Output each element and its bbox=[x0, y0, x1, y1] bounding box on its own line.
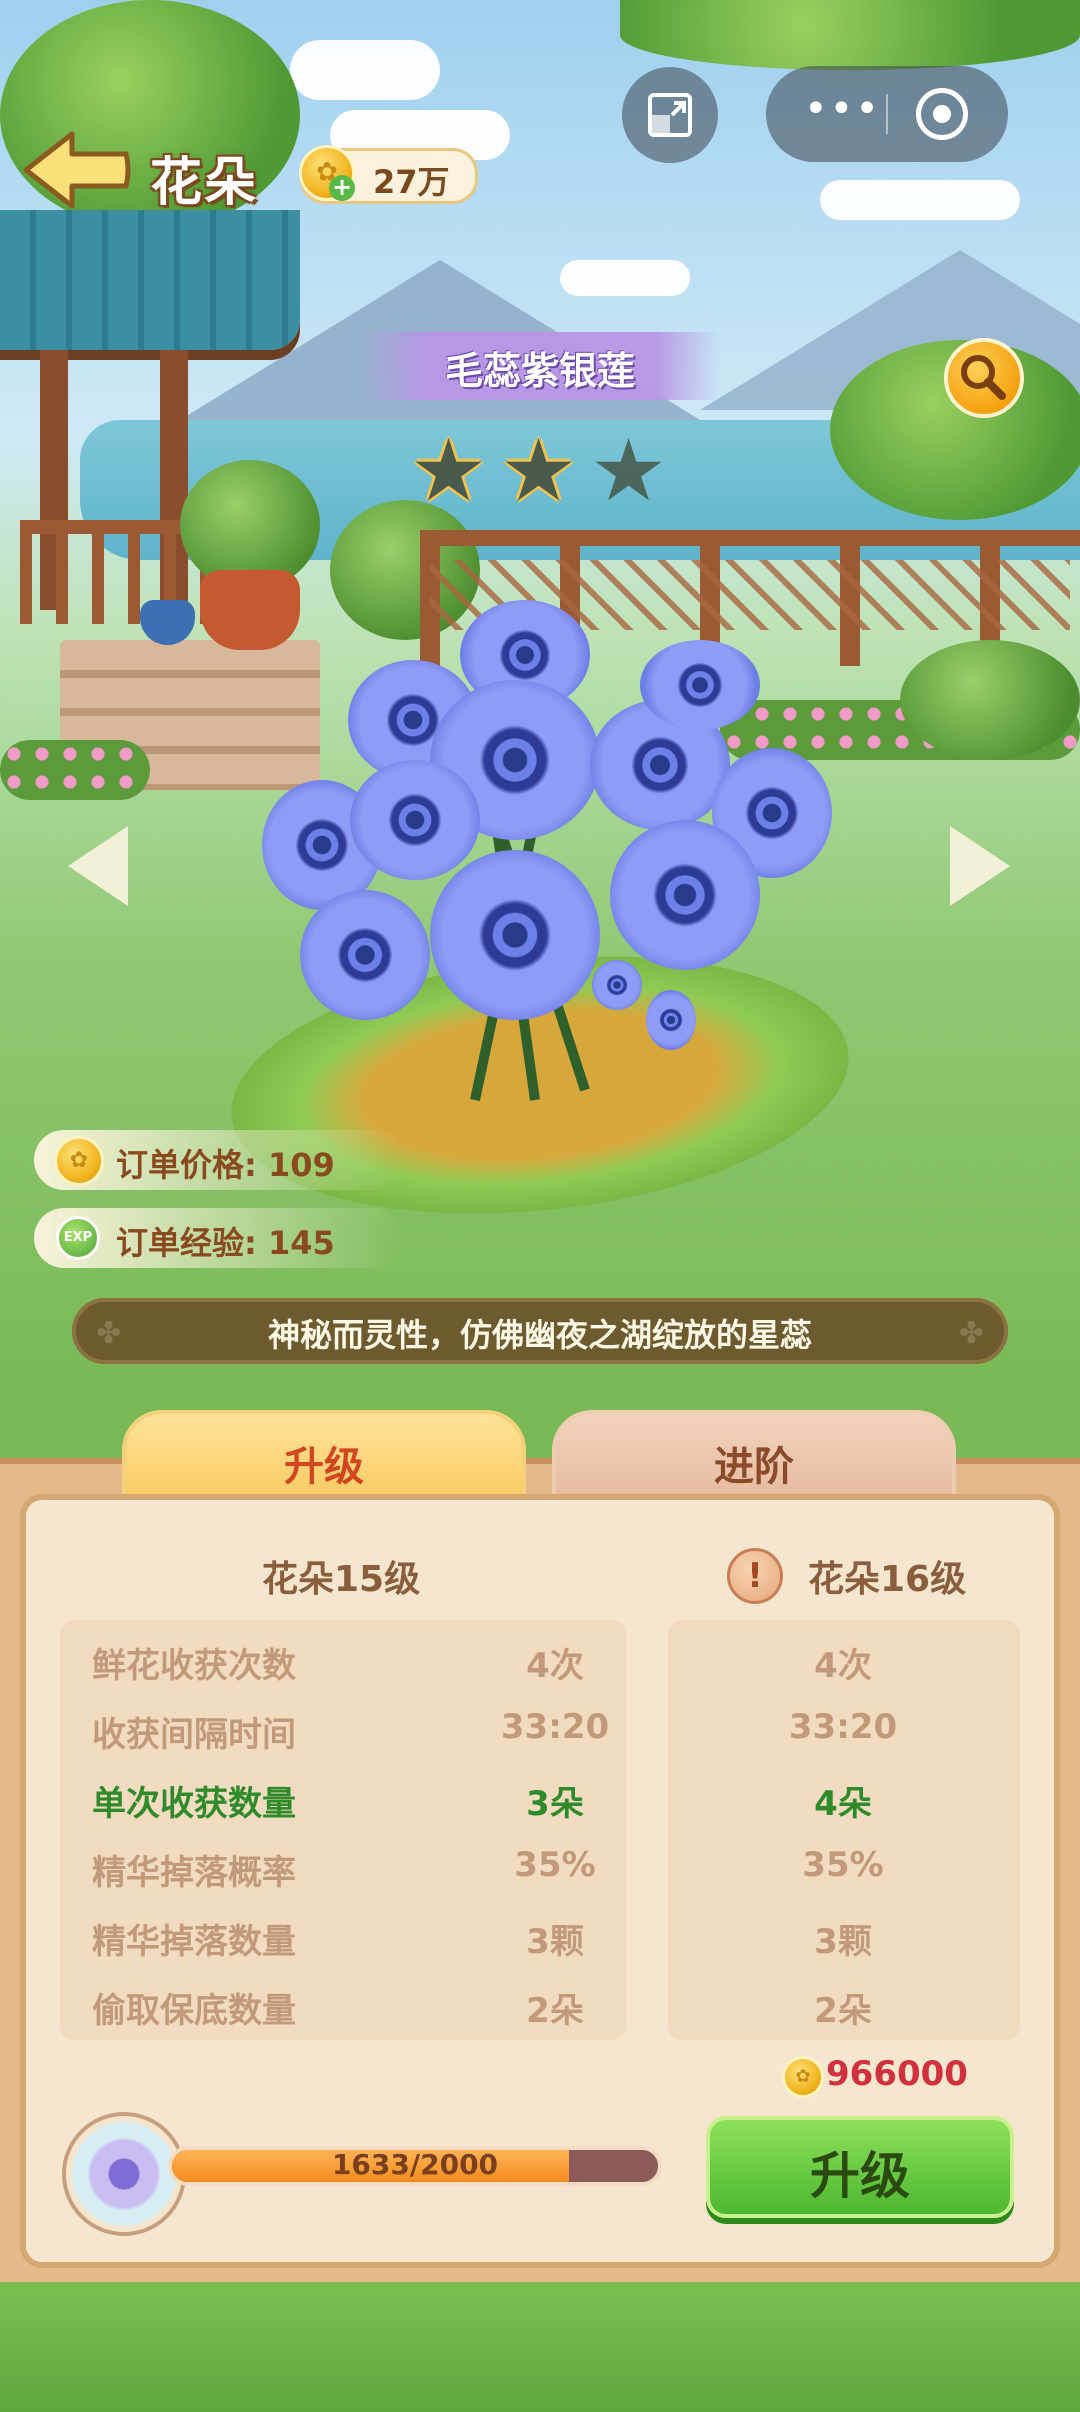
capsule-divider bbox=[886, 94, 888, 134]
coin-icon bbox=[782, 2056, 824, 2098]
order-exp-label: 订单经验: 145 bbox=[116, 1224, 335, 1262]
search-icon bbox=[961, 355, 1006, 400]
expand-button[interactable] bbox=[622, 67, 718, 163]
coin-balance[interactable]: + 27万 bbox=[299, 145, 478, 204]
stat-current: 2朵 bbox=[526, 1991, 584, 2031]
left-arrow-icon[interactable] bbox=[68, 826, 128, 906]
next-level: 花朵16级 bbox=[808, 1559, 967, 1600]
stat-next: 33:20 bbox=[788, 1707, 898, 1747]
flower-description: 神秘而灵性，仿佛幽夜之湖绽放的星蕊 bbox=[267, 1316, 812, 1354]
mini-program-capsule: ••• bbox=[766, 66, 1008, 162]
stat-label: 精华掉落概率 bbox=[92, 1853, 296, 1893]
star-icon: ★ bbox=[500, 421, 578, 521]
stat-next: 3颗 bbox=[814, 1922, 872, 1962]
upgrade-button[interactable]: 升级 bbox=[706, 2116, 1014, 2218]
flower-name: 毛蕊紫银莲 bbox=[444, 349, 635, 393]
star-icon: ★ bbox=[590, 421, 668, 521]
warning-icon[interactable]: ! bbox=[727, 1548, 783, 1604]
page-title: 花朵 bbox=[150, 153, 259, 213]
target-icon[interactable] bbox=[916, 88, 968, 140]
stat-label: 收获间隔时间 bbox=[92, 1715, 296, 1755]
more-icon[interactable]: ••• bbox=[804, 86, 881, 132]
exp-icon: EXP bbox=[56, 1216, 100, 1260]
stat-next: 4次 bbox=[814, 1646, 872, 1686]
stat-current: 3朵 bbox=[526, 1784, 584, 1824]
upgrade-button-label: 升级 bbox=[810, 2147, 910, 2205]
stat-current: 33:20 bbox=[500, 1707, 610, 1747]
plus-icon: + bbox=[329, 175, 355, 201]
order-price-label: 订单价格: 109 bbox=[116, 1146, 335, 1184]
back-arrow-icon bbox=[23, 131, 131, 209]
current-level: 花朵15级 bbox=[262, 1559, 421, 1600]
back-button[interactable] bbox=[22, 130, 132, 210]
grass-ground bbox=[0, 2282, 1080, 2412]
stat-label: 精华掉落数量 bbox=[92, 1922, 296, 1962]
stat-next: 2朵 bbox=[814, 1991, 872, 2031]
search-button[interactable] bbox=[944, 338, 1024, 418]
progress-text: 1633/2000 bbox=[331, 2148, 499, 2181]
clover-icon: ✤ bbox=[958, 1316, 984, 1351]
flower-name-banner: 毛蕊紫银莲 bbox=[360, 332, 720, 400]
coin-icon bbox=[54, 1136, 104, 1186]
flower-avatar bbox=[66, 2116, 182, 2232]
stat-label: 偷取保底数量 bbox=[92, 1991, 296, 2031]
stat-next: 35% bbox=[802, 1845, 884, 1885]
stat-current: 3颗 bbox=[526, 1922, 584, 1962]
stat-current: 4次 bbox=[526, 1646, 584, 1686]
coin-amount: 27万 bbox=[373, 163, 450, 201]
tab-advance-label: 进阶 bbox=[714, 1444, 794, 1490]
star-icon: ★ bbox=[410, 421, 488, 521]
stat-next: 4朵 bbox=[814, 1784, 872, 1824]
order-price: 订单价格: 109 bbox=[34, 1130, 404, 1190]
order-exp: EXP 订单经验: 145 bbox=[34, 1208, 404, 1268]
expand-icon bbox=[648, 93, 692, 137]
stat-label: 单次收获数量 bbox=[92, 1784, 296, 1824]
flower-description-banner: ✤ 神秘而灵性，仿佛幽夜之湖绽放的星蕊 ✤ bbox=[72, 1298, 1008, 1364]
tab-upgrade-label: 升级 bbox=[284, 1444, 364, 1490]
upgrade-cost: 966000 bbox=[826, 2054, 968, 2094]
stat-current: 35% bbox=[514, 1845, 596, 1885]
right-arrow-icon[interactable] bbox=[950, 826, 1010, 906]
stat-label: 鲜花收获次数 bbox=[92, 1646, 296, 1686]
